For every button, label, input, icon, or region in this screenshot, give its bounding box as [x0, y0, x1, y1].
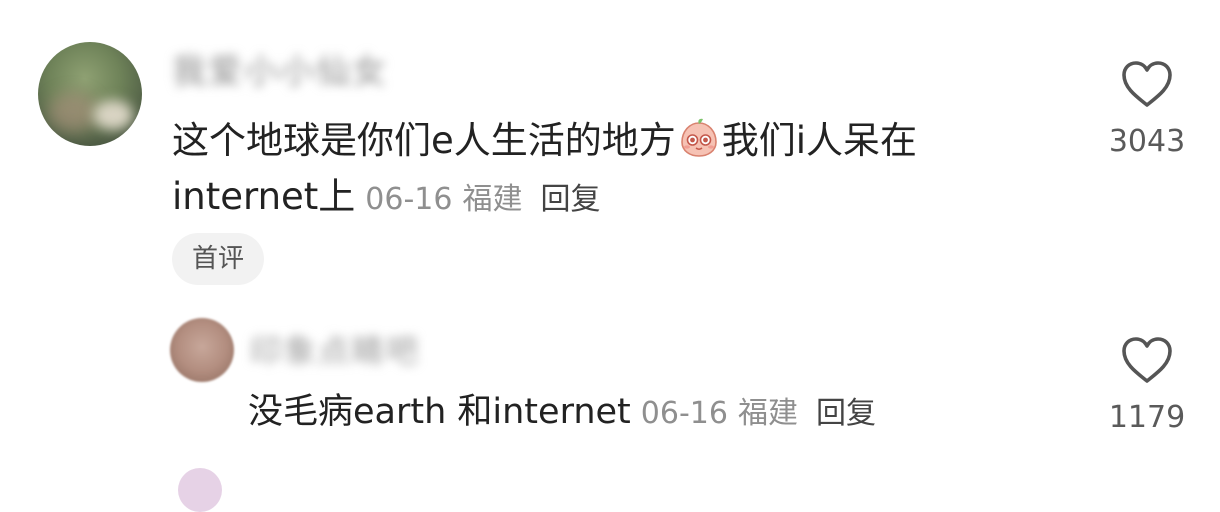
reply-like-control: 1179 [1092, 334, 1202, 435]
reply-text: 没毛病earth 和internet [248, 392, 631, 432]
commenter-username[interactable]: 我爱小小仙女 [172, 44, 388, 93]
peach-face-emoji [680, 118, 717, 157]
reply-date: 06-16 [640, 396, 728, 431]
reply-meta: 06-16 福建 [641, 396, 798, 431]
next-comment-avatar[interactable] [178, 468, 222, 512]
reply-reply-button[interactable]: 回复 [816, 396, 876, 431]
reply-region: 福建 [737, 396, 798, 431]
comment-region: 福建 [462, 182, 523, 217]
like-count: 3043 [1108, 124, 1186, 159]
reply-button[interactable]: 回复 [540, 182, 600, 217]
like-control: 3043 [1092, 58, 1202, 159]
reply-body: 没毛病earth 和internet 06-16 福建 回复 [248, 387, 876, 439]
reply-like-count: 1179 [1108, 400, 1186, 435]
comment-text-part1: 这个地球是你们e人生活的地方 [172, 119, 676, 162]
reply-username[interactable]: 印象点睛吧 [250, 326, 420, 372]
heart-outline-icon[interactable] [1119, 334, 1175, 386]
comment-body: 这个地球是你们e人生活的地方 我们i人呆在internet上 06-16 福建 回复 [172, 113, 1052, 228]
first-comment-badge: 首评 [172, 233, 265, 285]
heart-outline-icon[interactable] [1119, 58, 1175, 110]
comment-date: 06-16 [365, 182, 453, 217]
reply-avatar[interactable] [170, 318, 234, 382]
commenter-avatar[interactable] [38, 42, 142, 146]
comment-meta: 06-16 福建 [365, 182, 522, 217]
